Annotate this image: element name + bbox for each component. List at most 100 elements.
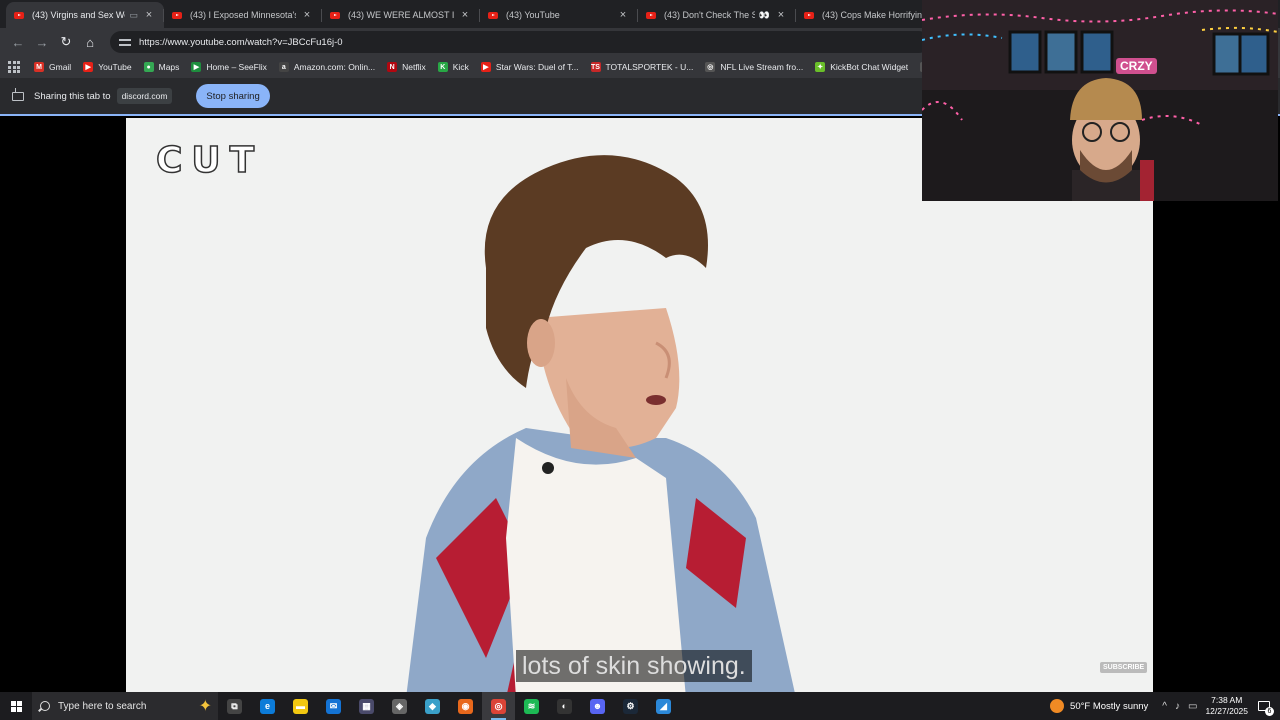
bookmark-favicon-icon: TS	[590, 62, 601, 72]
search-highlight-icon[interactable]: ✦	[199, 696, 212, 716]
spotify-icon-glyph: ≋	[524, 698, 539, 714]
bookmark-label: Gmail	[49, 62, 72, 72]
bookmark-item[interactable]: N Netflix	[387, 62, 426, 72]
bookmark-favicon-icon: ●	[143, 62, 154, 72]
browser-tab[interactable]: (43) YouTube ×	[480, 2, 638, 28]
site-settings-icon[interactable]	[118, 35, 132, 49]
task-view-icon[interactable]: ⧉	[218, 692, 251, 720]
bookmark-item[interactable]: TS TOTALSPORTEK - U...	[590, 62, 694, 72]
calculator-icon[interactable]: ▦	[350, 692, 383, 720]
webcam-scene	[922, 0, 1278, 201]
cut-logo: CUT	[155, 139, 264, 182]
tab-close-icon[interactable]: ×	[616, 9, 630, 21]
bookmark-favicon-icon: a	[278, 62, 289, 72]
screen-share-icon	[12, 87, 24, 101]
bookmark-item[interactable]: ◎ NFL Live Stream fro...	[705, 62, 803, 72]
sharing-label: Sharing this tab to	[34, 90, 111, 102]
spotify-icon[interactable]: ≋	[515, 692, 548, 720]
search-icon	[40, 701, 50, 711]
browser-tab[interactable]: (43) I Exposed Minnesota's Billi ×	[164, 2, 322, 28]
bookmark-item[interactable]: ▶ YouTube	[83, 62, 132, 72]
windows-taskbar: Type here to search ✦ ⧉ e ▬ ✉ ▦ ◈ ◆ ◉ ◎ ≋ ◐ ☻ ⚙ ◢ 50°…	[0, 692, 1280, 720]
reload-icon[interactable]: ↻	[54, 30, 78, 54]
notification-center-icon[interactable]: 6	[1254, 696, 1274, 716]
browser-tab[interactable]: (43) Virgins and Sex Worke ▭ ×	[6, 2, 164, 28]
app-icon-3-glyph: ◢	[656, 698, 671, 714]
bookmark-label: TOTALSPORTEK - U...	[605, 62, 694, 72]
tray-chevron-icon[interactable]: ^	[1162, 701, 1167, 712]
app-icon[interactable]: ◈	[383, 692, 416, 720]
speaker-icon[interactable]: ♪	[1175, 701, 1180, 712]
app-icon-2-glyph: ◆	[425, 698, 440, 714]
steam-icon[interactable]: ⚙	[614, 692, 647, 720]
bookmark-favicon-icon: ▶	[83, 62, 94, 72]
url-text[interactable]: https://www.youtube.com/watch?v=JBCcFu16…	[139, 37, 343, 48]
outlook-icon[interactable]: ✉	[317, 692, 350, 720]
network-icon[interactable]: ▭	[1188, 701, 1197, 712]
outlook-icon-glyph: ✉	[326, 698, 341, 714]
back-icon[interactable]: ←	[6, 30, 30, 54]
browser-tab[interactable]: (43) WE WERE ALMOST IN TEA ×	[322, 2, 480, 28]
home-icon[interactable]: ⌂	[78, 30, 102, 54]
file-explorer-icon[interactable]: ▬	[284, 692, 317, 720]
bookmark-item[interactable]: ● Maps	[143, 62, 180, 72]
tab-close-icon[interactable]: ×	[300, 9, 314, 21]
youtube-favicon-icon	[488, 11, 498, 19]
edge-icon[interactable]: e	[251, 692, 284, 720]
bookmark-label: Netflix	[402, 62, 426, 72]
forward-icon[interactable]: →	[30, 30, 54, 54]
bookmark-item[interactable]: K Kick	[437, 62, 469, 72]
tab-close-icon[interactable]: ×	[142, 9, 156, 21]
bookmark-item[interactable]: ▶ Star Wars: Duel of T...	[480, 62, 579, 72]
bookmark-favicon-icon: ▶	[191, 62, 202, 72]
screen: (43) Virgins and Sex Worke▭×(43) I Expos…	[0, 0, 1280, 720]
tab-title: (43) I Exposed Minnesota's Billi	[190, 10, 296, 20]
notification-count: 6	[1265, 707, 1274, 716]
app-icon-3[interactable]: ◢	[647, 692, 680, 720]
edge-icon-glyph: e	[260, 698, 275, 714]
address-bar[interactable]: https://www.youtube.com/watch?v=JBCcFu16…	[110, 31, 930, 53]
bookmark-label: KickBot Chat Widget	[830, 62, 909, 72]
tab-close-icon[interactable]: ×	[458, 9, 472, 21]
obs-icon[interactable]: ◐	[548, 692, 581, 720]
tab-status-icon: ▭	[129, 9, 138, 20]
search-placeholder: Type here to search	[58, 700, 147, 712]
discord-icon[interactable]: ☻	[581, 692, 614, 720]
taskbar-pinned-apps: ⧉ e ▬ ✉ ▦ ◈ ◆ ◉ ◎ ≋ ◐ ☻ ⚙ ◢	[218, 692, 680, 720]
bookmark-label: Maps	[158, 62, 180, 72]
video-person-figure	[406, 155, 795, 692]
tab-title: (43) Don't Check The Sound	[664, 10, 755, 20]
chrome-icon-glyph: ◎	[491, 698, 506, 714]
bookmark-label: NFL Live Stream fro...	[720, 62, 804, 72]
tab-title: (43) WE WERE ALMOST IN TEA	[348, 10, 454, 20]
bookmark-item[interactable]: M Gmail	[34, 62, 71, 72]
clock[interactable]: 7:38 AM 12/27/2025	[1205, 695, 1248, 717]
clock-time: 7:38 AM	[1211, 695, 1243, 705]
stop-sharing-button[interactable]: Stop sharing	[196, 84, 270, 108]
bookmark-label: Amazon.com: Onlin...	[293, 62, 376, 72]
apps-grid-icon[interactable]	[8, 61, 20, 73]
brave-icon-glyph: ◉	[458, 698, 473, 714]
youtube-favicon-icon	[172, 11, 182, 19]
bookmark-favicon-icon: ✦	[815, 62, 826, 72]
bookmark-label: Home – SeeFlix	[206, 62, 267, 72]
browser-tab[interactable]: (43) Don't Check The Sound👀 ×	[638, 2, 796, 28]
app-icon-2[interactable]: ◆	[416, 692, 449, 720]
tab-close-icon[interactable]: ×	[774, 9, 788, 21]
bookmark-favicon-icon: ▶	[480, 62, 491, 72]
chrome-icon[interactable]: ◎	[482, 692, 515, 720]
weather-text[interactable]: 50°F Mostly sunny	[1070, 701, 1148, 712]
windows-start-icon[interactable]	[0, 692, 32, 720]
steam-icon-glyph: ⚙	[623, 698, 638, 714]
taskbar-search[interactable]: Type here to search ✦	[32, 692, 218, 720]
bookmark-item[interactable]: a Amazon.com: Onlin...	[278, 62, 376, 72]
bookmark-favicon-icon: K	[437, 62, 448, 72]
app-icon-glyph: ◈	[392, 698, 407, 714]
video-player[interactable]: CUT lots of skin showing. SUBSCRIBE	[126, 118, 1153, 692]
weather-icon[interactable]	[1050, 699, 1065, 713]
clock-date: 12/27/2025	[1205, 706, 1248, 716]
tab-title: (43) Virgins and Sex Worke	[32, 10, 125, 20]
bookmark-item[interactable]: ▶ Home – SeeFlix	[191, 62, 267, 72]
bookmark-item[interactable]: ✦ KickBot Chat Widget	[815, 62, 908, 72]
brave-icon[interactable]: ◉	[449, 692, 482, 720]
